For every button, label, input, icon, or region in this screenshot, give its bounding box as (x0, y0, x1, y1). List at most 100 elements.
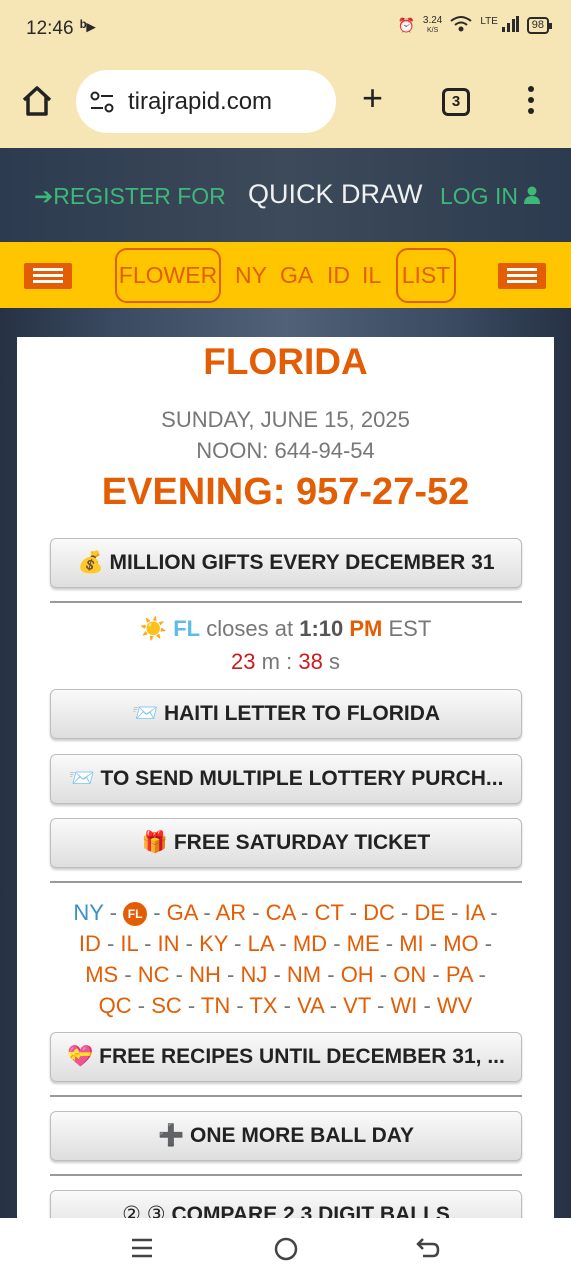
state-link-id[interactable]: ID (79, 931, 101, 956)
menu-left-icon[interactable] (24, 263, 72, 289)
state-link-nm[interactable]: NM (287, 962, 321, 987)
separator: - (327, 931, 347, 956)
user-icon (518, 183, 541, 209)
state-link-me[interactable]: ME (347, 931, 380, 956)
separator: - (181, 993, 201, 1018)
gift-icon: 🎁 (141, 831, 168, 854)
state-link-ny[interactable]: NY (73, 900, 103, 925)
state-link-ia[interactable]: IA (465, 900, 485, 925)
haiti-letter-button[interactable]: 📨 HAITI LETTER TO FLORIDA (50, 689, 522, 739)
state-link-dc[interactable]: DC (363, 900, 395, 925)
divider (50, 601, 522, 603)
state-link-la[interactable]: LA (248, 931, 274, 956)
state-link-on[interactable]: ON (393, 962, 426, 987)
nav-id[interactable]: ID (327, 262, 350, 289)
separator: - (147, 900, 167, 925)
send-multiple-button[interactable]: 📨 TO SEND MULTIPLE LOTTERY PURCH... (50, 754, 522, 804)
state-link-de[interactable]: DE (414, 900, 445, 925)
bing-icon: ᵇ▸ (80, 17, 96, 36)
url-row: tirajrapid.com + 3 (0, 68, 571, 134)
address-bar[interactable]: tirajrapid.com (76, 70, 336, 133)
separator: - (131, 993, 152, 1018)
nav-il[interactable]: IL (362, 262, 381, 289)
separator: - (323, 993, 344, 1018)
separator: - (379, 931, 400, 956)
state-link-in[interactable]: IN (158, 931, 180, 956)
results-card: FLORIDA SUNDAY, JUNE 15, 2025 NOON: 644-… (17, 337, 554, 1218)
million-gifts-button[interactable]: 💰 MILLION GIFTS EVERY DECEMBER 31 (50, 538, 522, 588)
state-link-nc[interactable]: NC (138, 962, 170, 987)
envelope-icon: 📨 (68, 767, 95, 790)
state-link-ms[interactable]: MS (85, 962, 118, 987)
separator: - (478, 931, 493, 956)
separator: - (267, 962, 287, 987)
state-link-ga[interactable]: GA (167, 900, 198, 925)
separator: - (426, 962, 446, 987)
home-nav-icon[interactable] (273, 1236, 299, 1269)
nav-ny[interactable]: NY (235, 262, 267, 289)
separator: - (445, 900, 465, 925)
tab-count-button[interactable]: 3 (442, 88, 470, 116)
one-more-ball-button[interactable]: ➕ ONE MORE BALL DAY (50, 1111, 522, 1161)
closing-info: ☀️ FL closes at 1:10 PM EST (139, 616, 432, 641)
state-link-va[interactable]: VA (297, 993, 324, 1018)
quick-draw-title[interactable]: QUICK DRAW (248, 179, 423, 210)
state-link-wv[interactable]: WV (437, 993, 472, 1018)
separator: - (373, 962, 394, 987)
separator: - (169, 962, 190, 987)
menu-right-icon[interactable] (498, 263, 546, 289)
login-link[interactable]: LOG IN (440, 183, 541, 210)
state-link-mi[interactable]: MI (399, 931, 423, 956)
separator: - (394, 900, 415, 925)
state-link-il[interactable]: IL (120, 931, 138, 956)
compare-button[interactable]: ② ③ COMPARE 2 3 DIGIT BALLS (50, 1190, 522, 1218)
separator: - (343, 900, 364, 925)
nav-list[interactable]: LIST (396, 248, 456, 303)
state-link-ar[interactable]: AR (216, 900, 247, 925)
state-link-md[interactable]: MD (293, 931, 327, 956)
separator: - (277, 993, 298, 1018)
draw-date: SUNDAY, JUNE 15, 2025 (161, 407, 410, 432)
more-menu-icon[interactable] (528, 86, 536, 118)
status-bar: 12:46 ᵇ▸ ⏰ 3.24 K/S LTE 98 (0, 0, 571, 58)
sun-icon: ☀️ (139, 616, 168, 641)
nav-flower[interactable]: FLOWER (115, 248, 221, 303)
state-link-ct[interactable]: CT (315, 900, 344, 925)
free-saturday-button[interactable]: 🎁 FREE SATURDAY TICKET (50, 818, 522, 868)
site-header: ➔REGISTER FOR QUICK DRAW LOG IN (0, 148, 571, 242)
state-link-nj[interactable]: NJ (240, 962, 267, 987)
separator: - (228, 931, 248, 956)
separator: - (484, 900, 498, 925)
state-link-sc[interactable]: SC (151, 993, 182, 1018)
state-badge-fl[interactable]: FL (123, 902, 148, 926)
state-title: FLORIDA (203, 341, 368, 382)
battery-icon: 98 (526, 17, 553, 34)
money-bag-icon: 💰 (77, 551, 104, 574)
state-link-vt[interactable]: VT (343, 993, 371, 1018)
divider (50, 881, 522, 883)
home-icon[interactable] (18, 82, 56, 120)
state-link-wi[interactable]: WI (390, 993, 417, 1018)
back-icon[interactable] (415, 1236, 441, 1267)
nav-bar: FLOWER NY GA ID IL LIST (0, 242, 571, 308)
state-link-ca[interactable]: CA (266, 900, 295, 925)
state-link-mo[interactable]: MO (443, 931, 478, 956)
state-link-tx[interactable]: TX (249, 993, 277, 1018)
state-link-pa[interactable]: PA (446, 962, 473, 987)
nav-ga[interactable]: GA (280, 262, 313, 289)
divider (50, 1095, 522, 1097)
state-link-qc[interactable]: QC (99, 993, 132, 1018)
url-text: tirajrapid.com (128, 88, 273, 115)
site-settings-icon[interactable] (90, 91, 114, 113)
new-tab-icon[interactable]: + (362, 80, 383, 116)
separator: - (246, 900, 266, 925)
sign-in-icon: ➔ (34, 183, 54, 209)
register-link[interactable]: ➔REGISTER FOR (34, 183, 226, 210)
state-link-ky[interactable]: KY (199, 931, 228, 956)
state-link-tn[interactable]: TN (201, 993, 230, 1018)
separator: - (417, 993, 437, 1018)
state-link-nh[interactable]: NH (189, 962, 221, 987)
recent-apps-icon[interactable] (130, 1236, 154, 1267)
free-recipes-button[interactable]: 💝 FREE RECIPES UNTIL DECEMBER 31, ... (50, 1032, 522, 1082)
state-link-oh[interactable]: OH (341, 962, 374, 987)
